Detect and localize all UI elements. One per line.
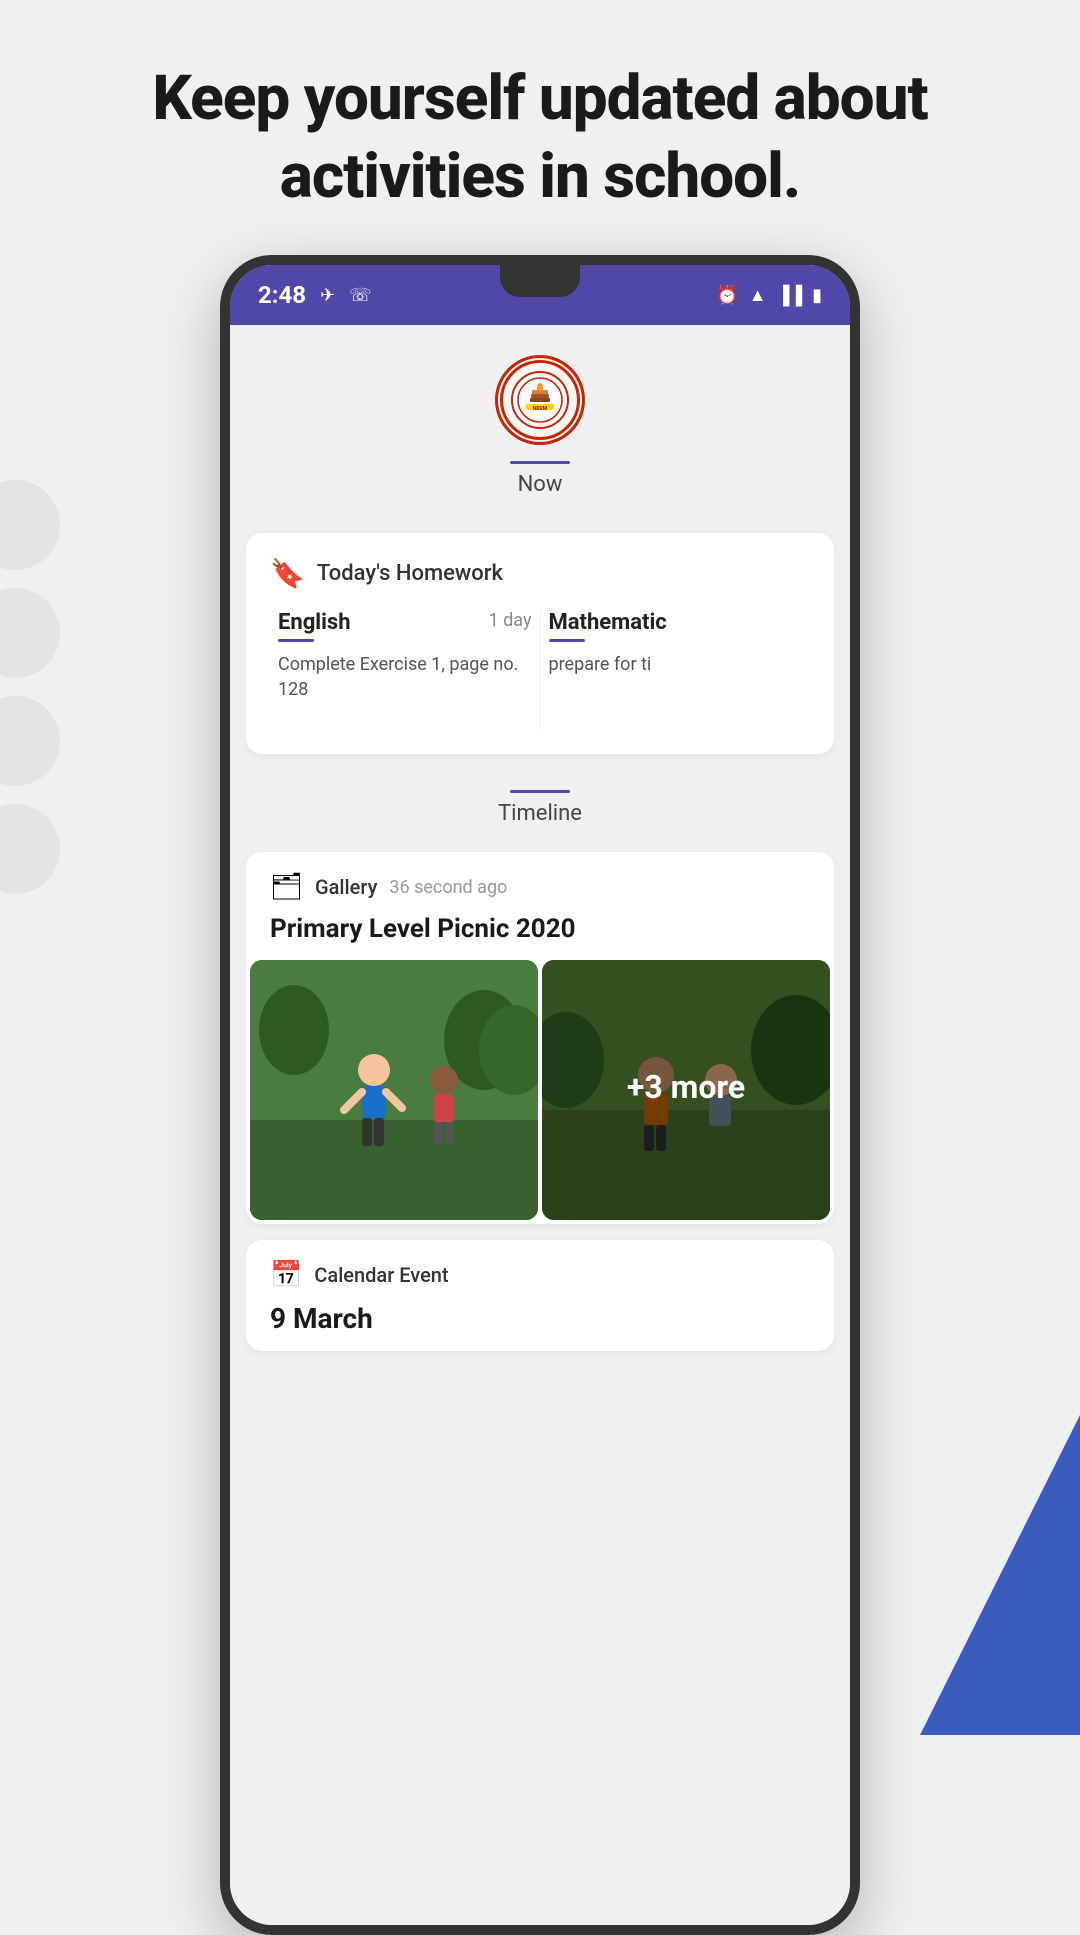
gallery-image-1-svg [250, 960, 538, 1220]
homework-math-subject: Mathematic [549, 610, 667, 635]
timeline-bar [510, 790, 570, 793]
homework-card-header: 🔖 Today's Homework [270, 557, 810, 590]
homework-english-underline [278, 639, 314, 642]
homework-english-desc: Complete Exercise 1, page no. 128 [278, 652, 532, 702]
gallery-image-2[interactable]: +3 more [542, 960, 830, 1220]
whatsapp-icon: ☏ [349, 285, 372, 306]
wifi-icon: ▲ [749, 285, 767, 306]
now-tab-label: Now [518, 472, 563, 497]
svg-text:NDVM: NDVM [533, 406, 548, 412]
gallery-image-2-svg: +3 more [542, 960, 830, 1220]
gallery-title: Primary Level Picnic 2020 [246, 914, 834, 960]
calendar-card[interactable]: 📅 Calendar Event 9 March [246, 1240, 834, 1351]
homework-math-desc: prepare for ti [549, 652, 803, 677]
gallery-card[interactable]: 🗂 Gallery 36 second ago Primary Level Pi… [246, 852, 834, 1224]
app-content: NDVM Now 🔖 Today's Homework Eng [230, 325, 850, 1925]
homework-english-days: 1 day [489, 610, 532, 631]
school-logo: NDVM [495, 355, 585, 445]
page-title: Keep yourself updated about activities i… [80, 60, 1000, 215]
school-header: NDVM Now [230, 325, 850, 517]
gallery-image-1[interactable] [250, 960, 538, 1220]
homework-card: 🔖 Today's Homework English 1 day Complet… [246, 533, 834, 754]
homework-icon: 🔖 [270, 557, 305, 590]
now-tab[interactable]: Now [510, 461, 570, 497]
status-left: 2:48 ✈ ☏ [258, 281, 372, 309]
svg-text:+3 more: +3 more [627, 1068, 745, 1106]
calendar-date: 9 March [246, 1302, 834, 1351]
gallery-icon: 🗂 [270, 872, 303, 902]
homework-grid: English 1 day Complete Exercise 1, page … [270, 610, 810, 730]
battery-icon: ▮ [812, 285, 822, 306]
school-emblem-icon: NDVM [510, 370, 570, 430]
calendar-icon: 📅 [270, 1260, 302, 1290]
page-header: Keep yourself updated about activities i… [0, 0, 1080, 255]
timeline-label: Timeline [498, 801, 582, 826]
gallery-images: +3 more [246, 960, 834, 1224]
now-tab-bar [510, 461, 570, 464]
homework-math-subject-block: Mathematic [549, 610, 667, 642]
homework-math-underline [549, 639, 585, 642]
gallery-card-header: 🗂 Gallery 36 second ago [246, 852, 834, 914]
chat-icon: ✈ [320, 285, 335, 306]
signal-icon: ▐▐ [777, 285, 803, 306]
calendar-card-header: 📅 Calendar Event [246, 1240, 834, 1302]
homework-card-title: Today's Homework [317, 561, 503, 586]
homework-english-subject: English [278, 610, 351, 635]
background-triangle [920, 1415, 1080, 1735]
homework-item-english-header: English 1 day [278, 610, 532, 642]
gallery-time: 36 second ago [389, 877, 507, 898]
phone-notch [500, 265, 580, 297]
alarm-icon: ⏰ [716, 285, 738, 306]
homework-english-subject-block: English [278, 610, 351, 642]
timeline-section: Timeline [230, 770, 850, 836]
status-right: ⏰ ▲ ▐▐ ▮ [716, 285, 822, 306]
calendar-type: Calendar Event [314, 1263, 448, 1287]
homework-item-english[interactable]: English 1 day Complete Exercise 1, page … [270, 610, 541, 730]
gallery-type: Gallery [315, 875, 377, 899]
school-logo-inner: NDVM [500, 360, 580, 440]
homework-item-math[interactable]: Mathematic prepare for ti [541, 610, 811, 730]
phone-frame: 2:48 ✈ ☏ ⏰ ▲ ▐▐ ▮ [220, 255, 860, 1935]
homework-item-math-header: Mathematic [549, 610, 803, 642]
background-circles [0, 480, 60, 894]
status-time: 2:48 [258, 281, 306, 309]
